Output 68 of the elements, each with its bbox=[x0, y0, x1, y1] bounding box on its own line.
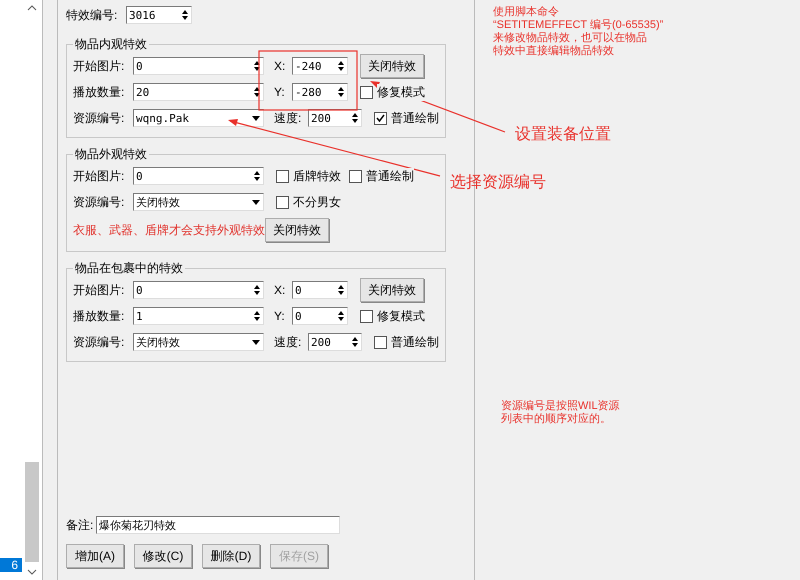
speed-field[interactable]: 200 bbox=[308, 109, 362, 127]
note-text: 列表中的顺序对应的。 bbox=[501, 413, 612, 426]
group-title: 物品外观特效 bbox=[74, 146, 148, 163]
play-count-field[interactable]: 20 bbox=[133, 83, 264, 101]
start-image-field[interactable]: 0 bbox=[133, 57, 264, 75]
speed-field[interactable]: 200 bbox=[308, 333, 362, 351]
annotation-text: 设置装备位置 bbox=[515, 124, 611, 145]
start-image-field[interactable]: 0 bbox=[133, 167, 264, 185]
field-label: Y: bbox=[274, 85, 286, 99]
close-effect-button[interactable]: 关闭特效 bbox=[360, 278, 424, 302]
group-title: 物品在包裹中的特效 bbox=[74, 260, 184, 277]
list-item[interactable]: 6 bbox=[0, 558, 22, 572]
field-label: 资源编号: bbox=[73, 110, 126, 126]
note-text: 资源编号是按照WIL资源 bbox=[501, 400, 621, 412]
action-button[interactable]: 增加(A) bbox=[66, 544, 124, 568]
x-field[interactable]: 0 bbox=[292, 281, 348, 299]
checkbox-label: 盾牌特效 bbox=[293, 168, 341, 184]
note-text: 特效中直接编辑物品特效 bbox=[493, 45, 615, 58]
field-label: X: bbox=[274, 283, 286, 297]
checkbox-label: 修复模式 bbox=[377, 84, 425, 100]
field-label: 开始图片: bbox=[73, 58, 126, 74]
resource-dropdown[interactable]: 关闭特效 bbox=[133, 193, 264, 211]
y-field[interactable]: 0 bbox=[292, 307, 348, 325]
effect-id-field[interactable]: 3016 bbox=[126, 6, 192, 24]
x-field[interactable]: -240 bbox=[292, 57, 348, 75]
checkbox[interactable] bbox=[374, 112, 387, 124]
checkbox[interactable] bbox=[360, 310, 373, 322]
scroll-up-icon[interactable] bbox=[27, 4, 37, 12]
play-count-field[interactable]: 1 bbox=[133, 307, 264, 325]
group-title: 物品内观特效 bbox=[74, 36, 148, 53]
field-label: 速度: bbox=[274, 334, 302, 350]
field-label: Y: bbox=[274, 309, 286, 323]
note-text: “SETITEMEFFECT 编号(0-65535)” bbox=[493, 19, 664, 32]
checkbox-label: 不分男女 bbox=[293, 194, 341, 210]
note-text: 使用脚本命令 bbox=[493, 6, 560, 19]
note-text: 来修改物品特效，也可以在物品 bbox=[493, 32, 648, 44]
field-label: 速度: bbox=[274, 110, 302, 126]
field-label: 开始图片: bbox=[73, 282, 126, 298]
action-button[interactable]: 删除(D) bbox=[202, 544, 260, 568]
close-effect-button[interactable]: 关闭特效 bbox=[360, 54, 424, 78]
remark-field[interactable]: 爆你菊花刃特效 bbox=[96, 516, 340, 534]
scroll-down-icon[interactable] bbox=[27, 568, 37, 576]
resource-dropdown[interactable]: 关闭特效 bbox=[133, 333, 264, 351]
field-label: 特效编号: bbox=[66, 6, 118, 24]
checkbox-label: 修复模式 bbox=[377, 308, 425, 324]
field-label: 开始图片: bbox=[73, 168, 126, 184]
field-label: 资源编号: bbox=[73, 334, 126, 350]
checkbox-label: 普通绘制 bbox=[391, 110, 439, 126]
field-label: 备注: bbox=[66, 516, 94, 534]
field-label: 播放数量: bbox=[73, 84, 126, 100]
resource-dropdown[interactable]: wqng.Pak bbox=[133, 109, 264, 127]
field-label: 播放数量: bbox=[73, 308, 126, 324]
checkbox[interactable] bbox=[374, 336, 387, 348]
field-label: 资源编号: bbox=[73, 194, 126, 210]
annotation-text: 选择资源编号 bbox=[450, 172, 546, 193]
checkbox[interactable] bbox=[276, 196, 289, 208]
scrollbar-thumb[interactable] bbox=[25, 462, 39, 562]
close-effect-button[interactable]: 关闭特效 bbox=[265, 218, 329, 242]
checkbox-label: 普通绘制 bbox=[366, 168, 414, 184]
action-button[interactable]: 修改(C) bbox=[134, 544, 192, 568]
checkbox[interactable] bbox=[360, 86, 373, 98]
checkbox-label: 普通绘制 bbox=[391, 334, 439, 350]
warning-text: 衣服、武器、盾牌才会支持外观特效 bbox=[73, 222, 265, 238]
checkbox[interactable] bbox=[276, 170, 289, 182]
start-image-field[interactable]: 0 bbox=[133, 281, 264, 299]
field-label: X: bbox=[274, 59, 286, 73]
checkbox[interactable] bbox=[349, 170, 362, 182]
y-field[interactable]: -280 bbox=[292, 83, 348, 101]
